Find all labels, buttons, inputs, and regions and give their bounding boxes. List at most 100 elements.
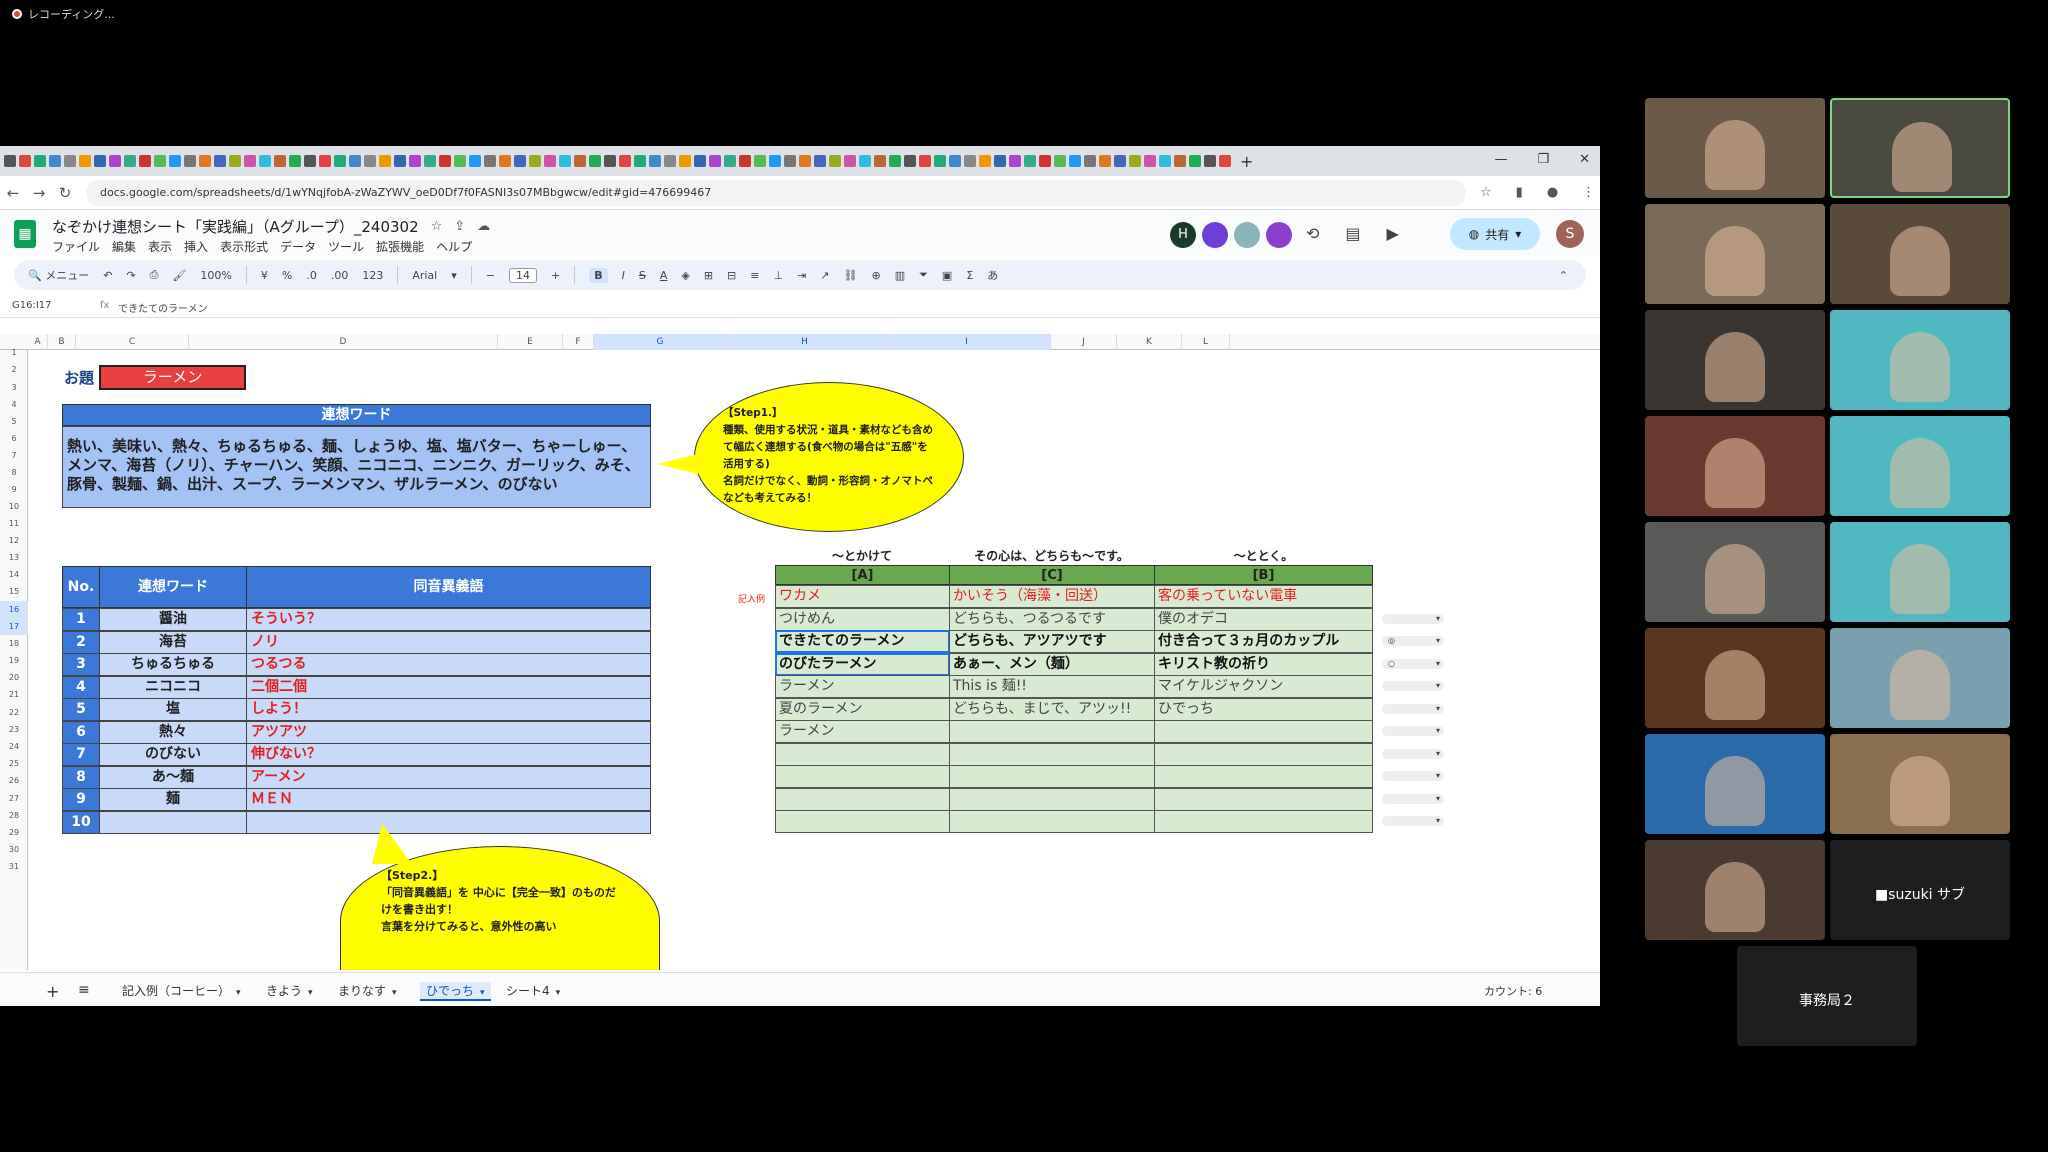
nazo-cell-a[interactable]: つけめん	[775, 607, 950, 631]
collaborator-avatar[interactable]	[1266, 222, 1292, 248]
table-cell-word[interactable]: のびない	[99, 743, 247, 766]
table-cell-word[interactable]	[99, 810, 247, 834]
sheet-tab[interactable]: シート4 ▾	[506, 982, 560, 999]
tab-favicon-icon[interactable]	[604, 155, 616, 167]
tab-favicon-icon[interactable]	[919, 155, 931, 167]
nazo-cell-b[interactable]	[1154, 810, 1373, 833]
participant-video[interactable]	[1645, 522, 1825, 622]
tab-favicon-icon[interactable]	[694, 155, 706, 167]
menu-item[interactable]: ツール	[328, 238, 364, 255]
table-cell-homonym[interactable]: つるつる	[246, 653, 651, 676]
doc-title[interactable]: なぞかけ連想シート「実践編」（Aグループ）_240302	[52, 216, 419, 237]
menu-item[interactable]: 拡張機能	[376, 238, 424, 255]
tab-favicon-icon[interactable]	[319, 155, 331, 167]
tab-favicon-icon[interactable]	[994, 155, 1006, 167]
nazo-cell-b[interactable]: マイケルジャクソン	[1154, 675, 1373, 698]
tab-favicon-icon[interactable]	[664, 155, 676, 167]
collapse-toolbar-icon[interactable]: ⌃	[1559, 269, 1568, 282]
table-cell-word[interactable]: ちゅるちゅる	[99, 653, 247, 676]
tab-favicon-icon[interactable]	[34, 155, 46, 167]
nazo-cell-b[interactable]: 客の乗っていない電車	[1154, 585, 1373, 608]
odai-value[interactable]: ラーメン	[99, 365, 246, 390]
tab-favicon-icon[interactable]	[49, 155, 61, 167]
sheet-tab[interactable]: ひでっち ▾	[420, 982, 491, 1001]
participant-video[interactable]: ■suzuki サブ	[1830, 840, 2010, 940]
rating-dropdown[interactable]: ▾	[1382, 681, 1444, 691]
sheet-tab[interactable]: まりなす ▾	[338, 982, 397, 999]
participant-video[interactable]	[1645, 734, 1825, 834]
font-size-increase[interactable]: +	[551, 269, 560, 282]
nazo-cell-b[interactable]	[1154, 742, 1373, 766]
tab-favicon-icon[interactable]	[109, 155, 121, 167]
number-format-button[interactable]: 123	[362, 269, 383, 282]
tab-favicon-icon[interactable]	[334, 155, 346, 167]
history-icon[interactable]: ⟲	[1306, 224, 1319, 243]
italic-button[interactable]: I	[622, 269, 625, 282]
table-cell-homonym[interactable]: ＭＥＮ	[246, 788, 651, 811]
nazo-cell-c[interactable]	[949, 720, 1155, 743]
tab-favicon-icon[interactable]	[754, 155, 766, 167]
tab-favicon-icon[interactable]	[949, 155, 961, 167]
table-cell-no[interactable]: 6	[62, 720, 100, 744]
borders-icon[interactable]: ⊞	[704, 269, 713, 282]
tab-favicon-icon[interactable]	[859, 155, 871, 167]
table-cell-word[interactable]: 熱々	[99, 720, 247, 744]
table-cell-homonym[interactable]: アツアツ	[246, 720, 651, 744]
participant-video[interactable]	[1645, 310, 1825, 410]
move-icon[interactable]: ⇪	[454, 219, 465, 234]
tab-favicon-icon[interactable]	[184, 155, 196, 167]
nazo-cell-c[interactable]: どちらも、まじで、アツッ!!	[949, 697, 1155, 721]
tab-favicon-icon[interactable]	[409, 155, 421, 167]
participant-video[interactable]	[1830, 628, 2010, 728]
nazo-cell-b[interactable]	[1154, 765, 1373, 788]
filter-views-icon[interactable]: ▣	[942, 269, 952, 282]
rating-dropdown[interactable]: ▾	[1382, 748, 1444, 759]
tab-favicon-icon[interactable]	[1204, 155, 1216, 167]
rating-dropdown[interactable]: ○ ▾	[1382, 658, 1444, 669]
tab-favicon-icon[interactable]	[1114, 155, 1126, 167]
tab-favicon-icon[interactable]	[589, 155, 601, 167]
cloud-icon[interactable]: ☁	[477, 219, 490, 234]
search-menu[interactable]: 🔍 メニュー	[28, 267, 89, 283]
tab-favicon-icon[interactable]	[124, 155, 136, 167]
nazo-cell-b[interactable]: 僕のオデコ	[1154, 607, 1373, 631]
table-cell-word[interactable]: 塩	[99, 698, 247, 721]
strike-button[interactable]: S	[639, 269, 646, 282]
bookmark-star-icon[interactable]: ☆	[1480, 185, 1492, 200]
sheets-logo-icon[interactable]: ▦	[14, 220, 36, 248]
print-icon[interactable]: ⎙	[150, 268, 159, 282]
spreadsheet-grid[interactable]: ABCDEFGHIJKL 1 2 3 4 5 6 7 8 9 10 11 12 13 14 15 16 17 18…	[0, 334, 1600, 970]
nazo-cell-b[interactable]: ひでっち	[1154, 697, 1373, 721]
tab-favicon-icon[interactable]	[814, 155, 826, 167]
bold-button[interactable]: B	[589, 267, 608, 283]
table-cell-no[interactable]: 8	[62, 765, 100, 789]
nazo-cell-b[interactable]: キリスト教の祈り	[1154, 652, 1373, 676]
tab-favicon-icon[interactable]	[874, 155, 886, 167]
tab-favicon-icon[interactable]	[394, 155, 406, 167]
zoom-select[interactable]: 100%	[200, 269, 231, 282]
formula-input[interactable]: できたてのラーメン	[118, 300, 208, 315]
nazo-cell-a[interactable]: 夏のラーメン	[775, 697, 950, 721]
percent-button[interactable]: %	[282, 269, 292, 282]
tab-favicon-icon[interactable]	[829, 155, 841, 167]
sidepanel-icon[interactable]: ▮	[1516, 185, 1523, 200]
paint-format-icon[interactable]: 🖌	[172, 269, 186, 282]
tab-favicon-icon[interactable]	[784, 155, 796, 167]
decimal-decrease-button[interactable]: .0	[306, 269, 317, 282]
nazo-cell-c[interactable]	[949, 742, 1155, 766]
nazo-cell-a[interactable]	[775, 787, 950, 811]
tab-favicon-icon[interactable]	[1069, 155, 1081, 167]
tab-favicon-icon[interactable]	[244, 155, 256, 167]
tab-favicon-icon[interactable]	[214, 155, 226, 167]
fill-color-icon[interactable]: ◈	[681, 269, 689, 282]
tab-favicon-icon[interactable]	[1144, 155, 1156, 167]
tab-favicon-icon[interactable]	[1084, 155, 1096, 167]
rating-dropdown[interactable]: ▾	[1382, 703, 1444, 714]
nazo-cell-b[interactable]	[1154, 787, 1373, 811]
table-cell-homonym[interactable]: 二個二個	[246, 675, 651, 699]
participant-video[interactable]	[1645, 628, 1825, 728]
user-avatar[interactable]: S	[1556, 220, 1584, 248]
table-cell-no[interactable]: 9	[62, 788, 100, 811]
close-icon[interactable]: ✕	[1579, 152, 1590, 167]
tab-favicon-icon[interactable]	[169, 155, 181, 167]
